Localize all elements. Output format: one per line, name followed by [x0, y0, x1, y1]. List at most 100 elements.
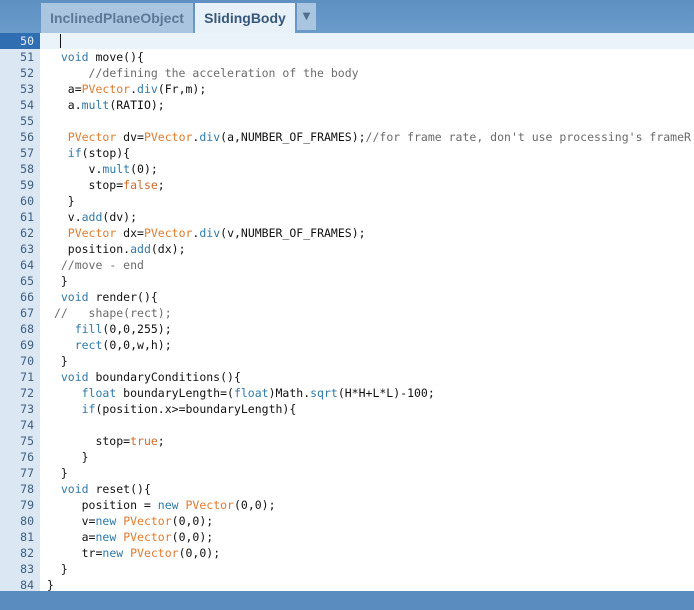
code-line[interactable]: 63 position.add(dx);	[0, 241, 694, 257]
code-line[interactable]: 56 PVector dv=PVector.div(a,NUMBER_OF_FR…	[0, 129, 694, 145]
code-line[interactable]: 60 }	[0, 193, 694, 209]
code-line[interactable]: 77 }	[0, 465, 694, 481]
code-line-background	[40, 561, 694, 577]
code-line[interactable]: 80 v=new PVector(0,0);	[0, 513, 694, 529]
code-line[interactable]: 79 position = new PVector(0,0);	[0, 497, 694, 513]
line-number: 52	[20, 66, 34, 80]
line-number: 69	[20, 338, 34, 352]
line-number: 80	[20, 514, 34, 528]
code-line[interactable]: 59 stop=false;	[0, 177, 694, 193]
code-text: float boundaryLength=(float)Math.sqrt(H*…	[81, 386, 435, 400]
line-number: 78	[20, 482, 34, 496]
code-text: }	[47, 274, 68, 288]
code-text: }	[47, 354, 68, 368]
code-line-background	[40, 113, 694, 129]
line-number: 55	[20, 114, 34, 128]
code-text: a.mult(RATIO);	[47, 98, 165, 112]
code-line[interactable]: 57 if(stop){	[0, 145, 694, 161]
code-line[interactable]: 66 void render(){	[0, 289, 694, 305]
code-line[interactable]: 70 }	[0, 353, 694, 369]
line-number: 66	[20, 290, 34, 304]
code-line[interactable]: 74	[0, 417, 694, 433]
code-text: // shape(rect);	[53, 306, 172, 320]
dropdown-arrow-icon[interactable]: ▼	[297, 3, 316, 30]
line-number: 53	[20, 82, 34, 96]
code-line[interactable]: 54 a.mult(RATIO);	[0, 97, 694, 113]
line-number: 58	[20, 162, 34, 176]
code-line-background	[40, 193, 694, 209]
code-text: }	[47, 466, 68, 480]
code-line[interactable]: 61 v.add(dv);	[0, 209, 694, 225]
code-line[interactable]: 82 tr=new PVector(0,0);	[0, 545, 694, 561]
line-number: 68	[20, 322, 34, 336]
code-line[interactable]: 73 if(position.x>=boundaryLength){	[0, 401, 694, 417]
line-number: 57	[20, 146, 34, 160]
code-line[interactable]: 75 stop=true;	[0, 433, 694, 449]
line-number: 63	[20, 242, 34, 256]
code-text: PVector dv=PVector.div(a,NUMBER_OF_FRAME…	[67, 130, 691, 144]
line-number: 81	[20, 530, 34, 544]
code-text: void move(){	[60, 50, 144, 64]
code-line[interactable]: 55	[0, 113, 694, 129]
code-text: PVector dx=PVector.div(v,NUMBER_OF_FRAME…	[67, 226, 366, 240]
code-text: if(stop){	[67, 146, 131, 160]
code-line[interactable]: 72 float boundaryLength=(float)Math.sqrt…	[0, 385, 694, 401]
line-number: 61	[20, 210, 34, 224]
line-number: 77	[20, 466, 34, 480]
line-number: 51	[20, 50, 34, 64]
code-line[interactable]: 81 a=new PVector(0,0);	[0, 529, 694, 545]
line-number: 56	[20, 130, 34, 144]
code-text: //move - end	[60, 258, 144, 272]
line-number: 62	[20, 226, 34, 240]
code-text: rect(0,0,w,h);	[74, 338, 172, 352]
code-text: }	[47, 194, 75, 208]
code-text: tr=new PVector(0,0);	[47, 546, 221, 560]
code-text: //defining the acceleration of the body	[88, 66, 359, 80]
code-text: position.add(dx);	[47, 242, 186, 256]
line-number: 65	[20, 274, 34, 288]
code-text: v.mult(0);	[47, 162, 158, 176]
line-number: 83	[20, 562, 34, 576]
code-text: void boundaryConditions(){	[60, 370, 241, 384]
code-line-background	[40, 465, 694, 481]
status-bar	[0, 591, 694, 610]
line-number: 73	[20, 402, 34, 416]
code-text: stop=false;	[47, 178, 165, 192]
code-line[interactable]: 51 void move(){	[0, 49, 694, 65]
code-text: v=new PVector(0,0);	[47, 514, 214, 528]
code-line-background	[40, 417, 694, 433]
tab-inclinedplaneobject[interactable]: InclinedPlaneObject	[41, 3, 193, 33]
line-number: 59	[20, 178, 34, 192]
code-line[interactable]: 50	[0, 33, 694, 49]
line-number: 71	[20, 370, 34, 384]
code-line[interactable]: 65 }	[0, 273, 694, 289]
code-line[interactable]: 69 rect(0,0,w,h);	[0, 337, 694, 353]
line-number: 76	[20, 450, 34, 464]
line-number: 64	[20, 258, 34, 272]
line-number: 82	[20, 546, 34, 560]
code-text: v.add(dv);	[47, 210, 138, 224]
code-line-background	[40, 145, 694, 161]
code-line[interactable]: 71 void boundaryConditions(){	[0, 369, 694, 385]
code-line[interactable]: 62 PVector dx=PVector.div(v,NUMBER_OF_FR…	[0, 225, 694, 241]
code-line[interactable]: 68 fill(0,0,255);	[0, 321, 694, 337]
code-line-background	[40, 353, 694, 369]
code-line-background	[40, 33, 694, 49]
code-line[interactable]: 83 }	[0, 561, 694, 577]
line-number: 67	[20, 306, 34, 320]
code-editor[interactable]: 50 51 void move(){52 //defining the accel…	[0, 33, 694, 592]
tab-bar: InclinedPlaneObject SlidingBody ▼	[0, 0, 694, 33]
code-text: a=PVector.div(Fr,m);	[47, 82, 207, 96]
code-line-background	[40, 273, 694, 289]
code-line-background	[40, 209, 694, 225]
text-caret	[60, 34, 61, 48]
code-line-background	[40, 449, 694, 465]
code-line[interactable]: 76 }	[0, 449, 694, 465]
code-line[interactable]: 64 //move - end	[0, 257, 694, 273]
code-line[interactable]: 58 v.mult(0);	[0, 161, 694, 177]
code-line[interactable]: 52 //defining the acceleration of the bo…	[0, 65, 694, 81]
code-line[interactable]: 53 a=PVector.div(Fr,m);	[0, 81, 694, 97]
tab-slidingbody[interactable]: SlidingBody	[195, 3, 295, 33]
code-line[interactable]: 78 void reset(){	[0, 481, 694, 497]
code-line[interactable]: 67 // shape(rect);	[0, 305, 694, 321]
